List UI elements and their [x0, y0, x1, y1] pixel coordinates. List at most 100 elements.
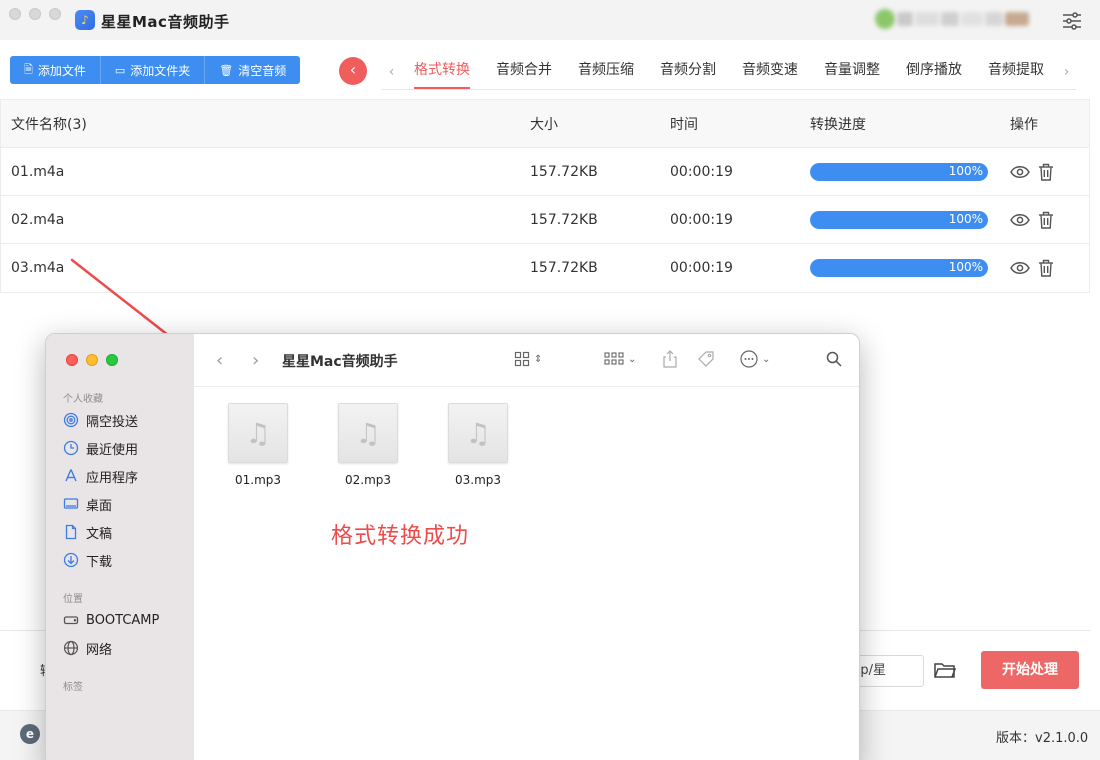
settings-sliders-icon[interactable] [1062, 12, 1082, 30]
title-bar: ♪ 星星Mac音频助手 [0, 0, 1100, 40]
tab-audio-split[interactable]: 音频分割 [660, 55, 716, 89]
header-size: 大小 [530, 116, 558, 133]
delete-icon[interactable] [1038, 163, 1054, 181]
sidebar-item-label: 隔空投送 [86, 414, 139, 430]
progress-text: 100% [948, 211, 983, 226]
airdrop-icon [63, 412, 79, 428]
tab-audio-speed[interactable]: 音频变速 [742, 55, 798, 89]
finder-close-button[interactable] [66, 354, 78, 366]
zoom-window-button[interactable] [49, 8, 61, 20]
file-size-cell: 157.72KB [530, 260, 598, 276]
tab-volume-adjust[interactable]: 音量调整 [824, 55, 880, 89]
sidebar-item-label: 桌面 [86, 498, 113, 514]
minimize-window-button[interactable] [29, 8, 41, 20]
finder-back-icon[interactable]: ‹ [216, 350, 223, 371]
tag-icon[interactable] [697, 349, 715, 369]
finder-toolbar: ‹ › 星星Mac音频助手 ⇕ ⌄ ⌄ [194, 334, 859, 387]
header-name: 文件名称(3) [11, 116, 87, 133]
success-annotation-text: 格式转换成功 [331, 524, 470, 549]
tab-format-convert[interactable]: 格式转换 [414, 55, 470, 89]
finder-forward-icon[interactable]: › [252, 350, 259, 371]
eye-icon[interactable] [1010, 261, 1030, 275]
file-time-cell: 00:00:19 [670, 211, 733, 228]
delete-icon[interactable] [1038, 211, 1054, 229]
table-row: 01.m4a 157.72KB 00:00:19 100% [1, 148, 1089, 196]
sidebar-item-desktop[interactable]: 桌面 [63, 493, 112, 515]
progress-cell: 100% [800, 259, 1000, 277]
search-icon[interactable] [826, 349, 842, 369]
view-mode-grid-icon[interactable]: ⇕ [514, 349, 542, 369]
tabs-scroll-left-icon[interactable]: ‹ [382, 64, 401, 80]
sidebar-item-network[interactable]: 网络 [63, 637, 112, 659]
music-file-icon: ♫ [228, 403, 288, 463]
music-file-icon: ♫ [338, 403, 398, 463]
back-button[interactable]: ‹ [339, 57, 367, 85]
header-action: 操作 [1010, 116, 1038, 133]
progress-cell: 100% [800, 210, 1000, 229]
app-title: 星星Mac音频助手 [101, 13, 230, 31]
folder-icon: ▭ [114, 63, 126, 77]
tab-audio-extract[interactable]: 音频提取 [988, 55, 1044, 89]
sidebar-item-downloads[interactable]: 下载 [63, 549, 112, 571]
close-window-button[interactable] [9, 8, 21, 20]
sidebar-item-label: 最近使用 [86, 442, 139, 458]
start-processing-button[interactable]: 开始处理 [981, 651, 1079, 689]
eye-icon[interactable] [1010, 165, 1030, 179]
delete-icon[interactable] [1038, 259, 1054, 277]
add-folder-label: 添加文件夹 [130, 63, 191, 78]
network-icon [63, 640, 79, 656]
sidebar-item-bootcamp[interactable]: BOOTCAMP [63, 609, 159, 631]
finder-title: 星星Mac音频助手 [282, 354, 398, 370]
finder-minimize-button[interactable] [86, 354, 98, 366]
add-file-label: 添加文件 [37, 63, 86, 78]
open-folder-icon[interactable] [934, 660, 956, 680]
file-name-cell: 01.m4a [11, 163, 65, 180]
progress-bar: 100% [810, 162, 988, 181]
group-by-icon[interactable]: ⌄ [604, 349, 636, 369]
eye-icon[interactable] [1010, 213, 1030, 227]
file-size-cell: 157.72KB [530, 211, 598, 228]
version-text: 版本：v2.1.0.0 [996, 731, 1089, 746]
file-size-cell: 157.72KB [530, 163, 598, 180]
table-row: 02.m4a 157.72KB 00:00:19 100% [1, 196, 1089, 244]
chevron-left-icon: ‹ [349, 60, 357, 79]
file-item[interactable]: ♫ 02.mp3 [323, 403, 413, 487]
header-progress: 转换进度 [810, 116, 866, 133]
add-file-button[interactable]: 🗎 添加文件 [10, 56, 101, 84]
file-icon: 🗎 [24, 62, 33, 76]
progress-cell: 100% [800, 162, 1000, 181]
sidebar-item-documents[interactable]: 文稿 [63, 521, 112, 543]
favorites-heading: 个人收藏 [63, 394, 103, 405]
browser-e-icon[interactable]: e [20, 724, 40, 744]
tab-audio-merge[interactable]: 音频合并 [496, 55, 552, 89]
more-actions-icon[interactable]: ⌄ [740, 349, 770, 369]
file-item[interactable]: ♫ 01.mp3 [213, 403, 303, 487]
header-time: 时间 [670, 116, 698, 133]
table-row: 03.m4a 157.72KB 00:00:19 100% [1, 244, 1089, 292]
app-logo-icon: ♪ [75, 10, 95, 30]
file-item[interactable]: ♫ 03.mp3 [433, 403, 523, 487]
user-avatar[interactable] [875, 9, 1035, 29]
file-table: 文件名称(3) 大小 时间 转换进度 操作 01.m4a 157.72KB 00… [0, 99, 1090, 293]
action-cell [1000, 211, 1080, 229]
action-cell [1000, 259, 1080, 277]
share-icon[interactable] [662, 349, 678, 369]
sidebar-item-airdrop[interactable]: 隔空投送 [63, 409, 138, 431]
sidebar-item-label: 文稿 [86, 526, 113, 542]
finder-zoom-button[interactable] [106, 354, 118, 366]
tab-reverse-play[interactable]: 倒序播放 [906, 55, 962, 89]
sidebar-item-recents[interactable]: 最近使用 [63, 437, 138, 459]
tab-audio-compress[interactable]: 音频压缩 [578, 55, 634, 89]
progress-text: 100% [948, 163, 983, 178]
sidebar-item-label: 下载 [86, 554, 113, 570]
tabs-scroll-right-icon[interactable]: › [1057, 64, 1076, 80]
table-header: 文件名称(3) 大小 时间 转换进度 操作 [1, 100, 1089, 148]
add-folder-button[interactable]: ▭ 添加文件夹 [100, 56, 206, 84]
file-name-cell: 03.m4a [11, 260, 65, 276]
tags-heading: 标签 [63, 682, 83, 693]
sidebar-item-applications[interactable]: 应用程序 [63, 465, 138, 487]
clock-icon [63, 440, 79, 456]
clear-audio-button[interactable]: 🗑 清空音频 [205, 56, 301, 84]
feature-tabs: ‹ 格式转换 音频合并 音频压缩 音频分割 音频变速 音量调整 倒序播放 音频提… [382, 55, 1076, 90]
music-file-icon: ♫ [448, 403, 508, 463]
